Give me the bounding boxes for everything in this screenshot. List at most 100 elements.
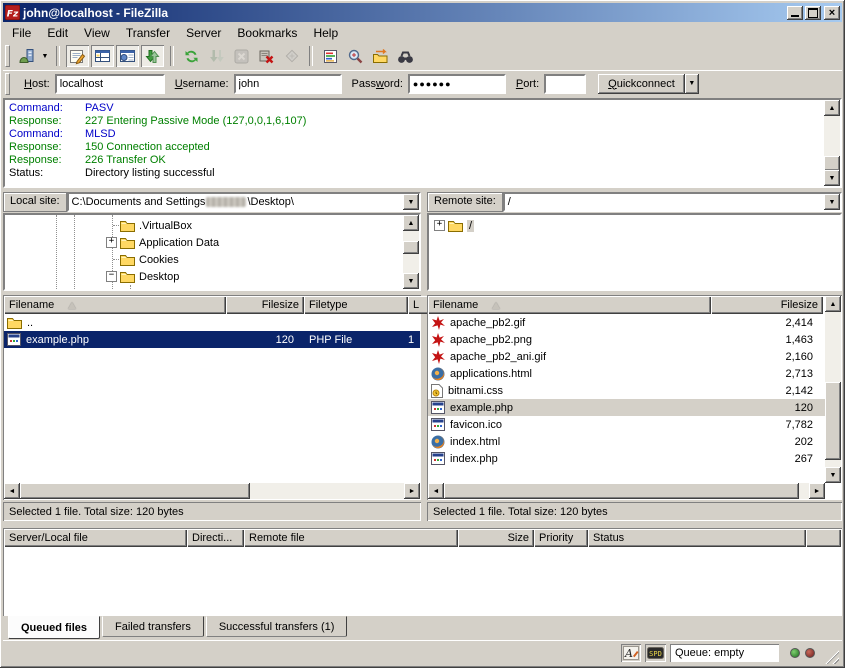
filter-button[interactable] [319, 45, 342, 67]
queue-column-priority[interactable]: Priority [534, 529, 588, 547]
process-queue-button[interactable] [205, 45, 228, 67]
local-tree-scrollbar[interactable]: ▲ ▼ [403, 215, 419, 289]
menu-file[interactable]: File [4, 24, 39, 42]
remote-hscrollbar[interactable]: ◄ ► [428, 483, 825, 499]
local-hscroll-right-button[interactable]: ► [404, 483, 420, 499]
remote-vscroll-thumb[interactable] [825, 382, 841, 460]
activity-led-panel [783, 644, 821, 662]
file-row-[interactable]: .. [4, 314, 420, 331]
quickbar-grip[interactable] [5, 73, 10, 95]
refresh-button[interactable] [180, 45, 203, 67]
queue-column-remote-file[interactable]: Remote file [244, 529, 458, 547]
tree-item-application-data[interactable]: +Application Data [106, 234, 219, 251]
username-input[interactable] [234, 74, 342, 94]
filesize-cell: 7,782 [711, 416, 823, 433]
resize-grip[interactable] [825, 650, 839, 664]
transfer-type-indicator[interactable]: A [621, 644, 641, 662]
remote-vscroll-up-button[interactable]: ▲ [825, 296, 841, 312]
remote-site-combo-arrow[interactable]: ▼ [824, 194, 840, 210]
site-manager-dropdown[interactable]: ▼ [39, 45, 51, 67]
file-row-example-php[interactable]: example.php120PHP File1 [4, 331, 420, 348]
local-tree-scroll-down-button[interactable]: ▼ [403, 273, 419, 289]
log-scroll-down-button[interactable]: ▼ [824, 170, 840, 186]
expand-icon[interactable]: + [434, 220, 445, 231]
file-row-apache-pb2-png[interactable]: apache_pb2.png1,463 [428, 331, 825, 348]
log-scroll-thumb[interactable] [824, 156, 840, 171]
quickconnect-button[interactable]: Quickconnect [598, 74, 685, 94]
minimize-button[interactable] [787, 6, 803, 20]
tree-item-virtualbox[interactable]: .VirtualBox [120, 217, 192, 234]
local-hscroll-thumb[interactable] [20, 483, 250, 499]
file-row-applications-html[interactable]: applications.html2,713 [428, 365, 825, 382]
tab-failed-transfers[interactable]: Failed transfers [102, 616, 204, 637]
local-tree-scroll-thumb[interactable] [403, 241, 419, 254]
remote-hscroll-left-button[interactable]: ◄ [428, 483, 444, 499]
toggle-message-log-button[interactable] [66, 45, 89, 67]
queue-column-directi[interactable]: Directi... [187, 529, 244, 547]
remote-vscroll-down-button[interactable]: ▼ [825, 467, 841, 483]
toggle-transfer-queue-button[interactable] [141, 45, 164, 67]
maximize-button[interactable] [805, 6, 821, 20]
menu-bookmarks[interactable]: Bookmarks [229, 24, 305, 42]
port-label: Port: [516, 78, 539, 90]
menu-view[interactable]: View [76, 24, 118, 42]
host-input[interactable] [55, 74, 165, 94]
tab-queued-files[interactable]: Queued files [8, 616, 100, 639]
tab-successful-transfers-1[interactable]: Successful transfers (1) [206, 616, 348, 637]
file-row-index-html[interactable]: index.html202 [428, 433, 825, 450]
remote-hscroll-thumb[interactable] [444, 483, 799, 499]
file-row-apache-pb2-ani-gif[interactable]: apache_pb2_ani.gif2,160 [428, 348, 825, 365]
tree-item-[interactable]: +/ [434, 217, 474, 234]
synchronized-browsing-button[interactable] [369, 45, 392, 67]
log-scrollbar[interactable]: ▲ ▼ [824, 100, 840, 186]
quickconnect-dropdown[interactable]: ▼ [685, 74, 699, 94]
speed-limit-indicator[interactable]: SPD [645, 644, 666, 662]
queue-column-server-local-file[interactable]: Server/Local file [4, 529, 187, 547]
php-file-icon [7, 333, 21, 346]
filename-cell: bitnami.css [428, 382, 711, 399]
remote-site-combobox[interactable]: / ▼ [503, 192, 842, 212]
file-row-bitnami-css[interactable]: bitnami.css2,142 [428, 382, 825, 399]
column-header-filename[interactable]: Filename [4, 296, 226, 314]
transfer-type-icon: A [623, 646, 639, 660]
port-input[interactable] [544, 74, 586, 94]
local-hscroll-left-button[interactable]: ◄ [4, 483, 20, 499]
column-header-filename[interactable]: Filename [428, 296, 711, 314]
find-files-button[interactable] [394, 45, 417, 67]
password-label: Password: [352, 78, 403, 90]
file-row-example-php[interactable]: example.php120 [428, 399, 825, 416]
password-input[interactable] [408, 74, 506, 94]
column-header-filesize[interactable]: Filesize [226, 296, 304, 314]
queue-column-size[interactable]: Size [458, 529, 534, 547]
column-header-filetype[interactable]: Filetype [304, 296, 408, 314]
menu-edit[interactable]: Edit [39, 24, 76, 42]
collapse-icon[interactable]: − [106, 271, 117, 282]
close-button[interactable]: × [824, 6, 840, 20]
file-row-favicon-ico[interactable]: favicon.ico7,782 [428, 416, 825, 433]
queue-column-status[interactable]: Status [588, 529, 806, 547]
remote-vscrollbar[interactable]: ▲ ▼ [825, 296, 841, 483]
column-header-filesize[interactable]: Filesize [711, 296, 823, 314]
menu-server[interactable]: Server [178, 24, 229, 42]
log-scroll-up-button[interactable]: ▲ [824, 100, 840, 116]
cancel-operation-button[interactable] [230, 45, 253, 67]
site-manager-button[interactable] [15, 45, 38, 67]
file-row-index-php[interactable]: index.php267 [428, 450, 825, 467]
local-site-combo-arrow[interactable]: ▼ [403, 194, 419, 210]
toggle-remote-tree-button[interactable] [116, 45, 139, 67]
remote-hscroll-right-button[interactable]: ► [809, 483, 825, 499]
local-hscrollbar[interactable]: ◄ ► [4, 483, 420, 499]
expand-icon[interactable]: + [106, 237, 117, 248]
tree-item-desktop[interactable]: −Desktop [106, 268, 179, 285]
toolbar-grip[interactable] [5, 45, 10, 67]
tree-item-cookies[interactable]: Cookies [120, 251, 179, 268]
toggle-local-tree-button[interactable] [91, 45, 114, 67]
local-site-combobox[interactable]: C:\Documents and Settings\Desktop\ ▼ [67, 192, 421, 212]
file-row-apache-pb2-gif[interactable]: apache_pb2.gif2,414 [428, 314, 825, 331]
compare-directories-button[interactable] [344, 45, 367, 67]
local-tree-scroll-up-button[interactable]: ▲ [403, 215, 419, 231]
menu-transfer[interactable]: Transfer [118, 24, 178, 42]
disconnect-button[interactable] [255, 45, 278, 67]
reconnect-button[interactable] [280, 45, 303, 67]
menu-help[interactable]: Help [305, 24, 346, 42]
